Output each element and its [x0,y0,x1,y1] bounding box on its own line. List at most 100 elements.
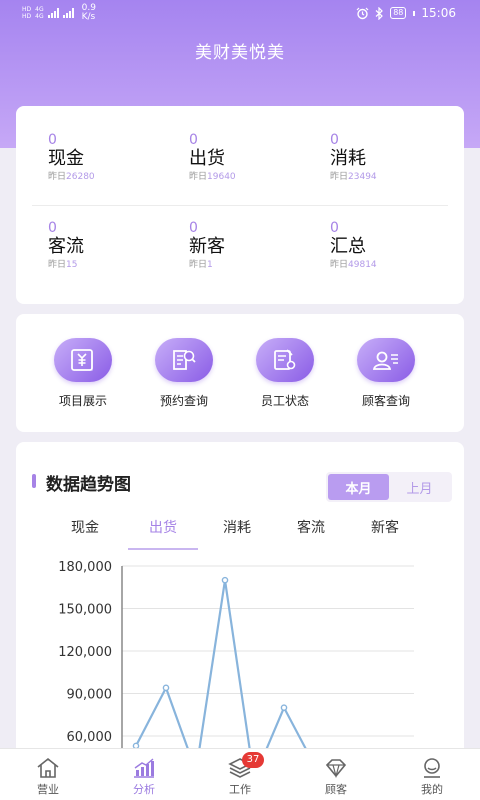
stat-consumption[interactable]: 0 消耗 昨日23494 [330,132,460,184]
chart-title: 数据趋势图 [46,475,131,495]
stat-yesterday: 昨日15 [48,258,178,272]
menu-customer-search[interactable]: 顾客查询 [341,338,431,409]
stat-yesterday: 昨日1 [189,258,319,272]
tabbar-label: 分析 [133,783,155,796]
tabbar-label: 顾客 [325,783,347,796]
menu-label: 预约查询 [159,394,208,408]
speed-unit: K/s [81,12,96,22]
status-bar: HD HD 4G 4G 0.9 K/s 88 15:06 [0,0,480,26]
stat-shipment[interactable]: 0 出货 昨日19640 [189,132,319,184]
data-point [280,704,288,711]
sim-indicators: HD HD [22,6,31,20]
stat-summary[interactable]: 0 汇总 昨日49814 [330,220,460,272]
tabbar-item-work[interactable]: 37 工作 [192,749,288,800]
diamond-icon [325,759,347,779]
y-tick-label: 120,000 [58,645,112,660]
sim2-label: HD [22,13,32,20]
this-month-button[interactable]: 本月 [328,474,389,500]
menu-label: 员工状态 [260,394,309,408]
profile-icon [424,758,440,778]
home-icon [37,757,59,778]
menu-project-display[interactable]: 项目展示 [38,338,128,409]
stat-yesterday: 昨日26280 [48,170,178,184]
yuan-board-icon [54,338,112,382]
tabbar-item-mine[interactable]: 我的 [384,749,480,800]
status-left: HD HD 4G 4G 0.9 K/s [22,4,96,22]
yesterday-label: 昨日 [330,260,349,270]
bluetooth-icon [375,6,384,20]
tabbar-item-analysis[interactable]: 分析 [96,749,192,800]
yesterday-value: 26280 [66,172,95,182]
stat-yesterday: 昨日49814 [330,258,460,272]
last-month-button[interactable]: 上月 [389,474,450,500]
tab-consumption[interactable]: 消耗 [202,516,272,550]
app-title: 美财美悦美 [195,43,285,63]
trend-line-chart: 60,000 90,000 120,000 150,000 180,000 [58,560,414,762]
y-tick-label: 90,000 [67,688,113,703]
menu-staff-status[interactable]: 员工状态 [240,338,330,409]
battery-tip [413,10,416,16]
stat-name: 汇总 [330,236,366,257]
metric-tabs: 现金 出货 消耗 客流 新客 [50,516,450,550]
y-tick-label: 60,000 [67,730,113,745]
status-right: 88 15:06 [356,6,456,20]
stat-yesterday: 昨日19640 [189,170,319,184]
tabbar-label: 我的 [421,783,443,796]
tabbar-item-business[interactable]: 营业 [0,749,96,800]
stat-value: 0 [189,132,198,148]
yesterday-label: 昨日 [330,172,349,182]
stat-cash[interactable]: 0 现金 昨日26280 [48,132,178,184]
y-tick-label: 180,000 [58,560,112,575]
yesterday-label: 昨日 [189,172,208,182]
signal2-icon [62,8,74,18]
tabbar-label: 营业 [37,783,59,796]
tabbar-label: 工作 [229,783,251,796]
tab-new-customers[interactable]: 新客 [350,516,420,550]
net1-label: 4G [35,6,44,13]
title-accent-bar [32,474,36,488]
stat-name: 现金 [48,148,84,169]
menu-label: 顾客查询 [361,394,410,408]
sim1-label: HD [22,6,32,13]
stat-value: 0 [48,220,57,236]
tab-shipment[interactable]: 出货 [128,516,198,550]
tab-traffic[interactable]: 客流 [276,516,346,550]
customer-card-icon [357,338,415,382]
quick-menu-card: 项目展示 预约查询 员工状态 顾客查询 [16,314,464,432]
clock: 15:06 [421,6,456,20]
stats-card: 0 现金 昨日26280 0 出货 昨日19640 0 消耗 昨日23494 0… [16,106,464,304]
data-point [162,684,170,692]
yesterday-label: 昨日 [48,260,67,270]
tab-cash[interactable]: 现金 [50,516,120,550]
analysis-chart-icon [134,758,154,778]
yesterday-value: 19640 [207,172,236,182]
signal-icon [47,8,59,18]
tabbar-item-customers[interactable]: 顾客 [288,749,384,800]
yesterday-value: 1 [207,260,213,270]
yesterday-label: 昨日 [189,260,208,270]
stat-name: 出货 [189,148,225,169]
stat-traffic[interactable]: 0 客流 昨日15 [48,220,178,272]
stat-new-customers[interactable]: 0 新客 昨日1 [189,220,319,272]
stat-name: 客流 [48,236,84,257]
alarm-icon [356,7,369,19]
battery-level: 88 [393,8,404,17]
menu-label: 项目展示 [58,394,107,408]
stat-value: 0 [189,220,198,236]
y-tick-label: 150,000 [58,603,112,618]
series-line [135,580,315,762]
stat-name: 新客 [189,236,225,257]
menu-appointment-search[interactable]: 预约查询 [139,338,229,409]
work-badge: 37 [242,752,264,768]
yesterday-value: 49814 [348,260,377,270]
battery-icon: 88 [390,7,407,19]
stat-yesterday: 昨日23494 [330,170,460,184]
network-type: 4G 4G [35,6,43,20]
data-point [221,576,229,584]
yesterday-value: 23494 [348,172,377,182]
month-toggle: 本月 上月 [326,472,452,502]
net2-label: 4G [35,13,44,20]
yesterday-label: 昨日 [48,172,67,182]
stat-value: 0 [330,220,339,236]
stat-name: 消耗 [330,148,366,169]
